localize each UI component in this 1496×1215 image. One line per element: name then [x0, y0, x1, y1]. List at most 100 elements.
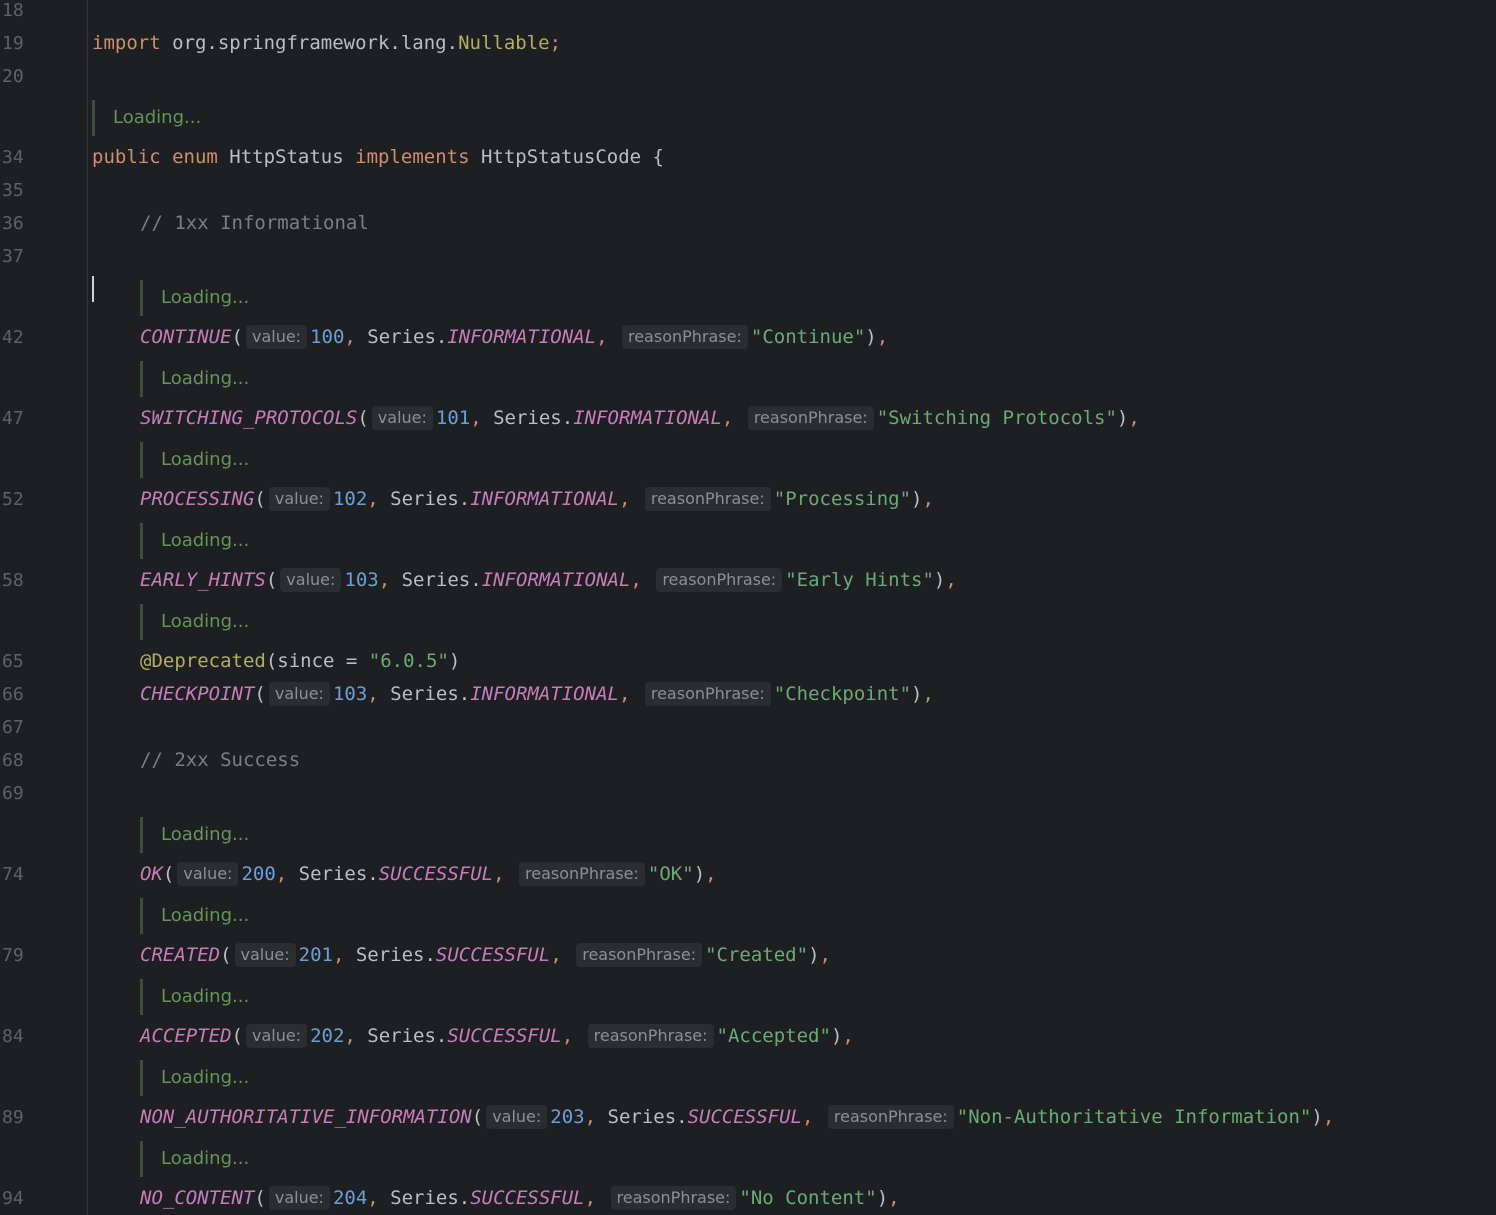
- javadoc-loading-placeholder[interactable]: Loading...: [140, 523, 249, 559]
- code-content: public enum HttpStatus implements HttpSt…: [92, 141, 664, 174]
- line-number[interactable]: 18: [2, 0, 24, 27]
- line-number[interactable]: 37: [2, 240, 24, 273]
- param-hint-reason-phrase: reasonPhrase:: [644, 487, 771, 511]
- javadoc-loading-placeholder[interactable]: Loading...: [140, 442, 249, 478]
- line-number[interactable]: 19: [2, 27, 24, 60]
- code-token: Series.: [355, 326, 448, 348]
- reason-phrase-string: "Created": [705, 944, 809, 966]
- code-line[interactable]: 19 import org.springframework.lang.Nullab…: [0, 27, 1496, 60]
- code-content: // 1xx Informational: [140, 207, 369, 240]
- line-number[interactable]: 66: [2, 678, 24, 711]
- code-token: (: [265, 569, 278, 591]
- code-token: public: [92, 146, 161, 168]
- code-content: OK(value: 200, Series.SUCCESSFUL, reasonP…: [140, 858, 717, 891]
- javadoc-loading-placeholder[interactable]: Loading...: [140, 1060, 249, 1096]
- code-token: Series.: [390, 569, 482, 591]
- line-number[interactable]: 52: [2, 483, 24, 516]
- code-token: @Deprecated: [140, 650, 266, 672]
- line-number[interactable]: 34: [2, 141, 24, 174]
- code-line[interactable]: 89 NON_AUTHORITATIVE_INFORMATION(value: 20…: [0, 1101, 1496, 1134]
- code-line[interactable]: 67: [0, 711, 1496, 744]
- line-number[interactable]: 68: [2, 744, 24, 777]
- javadoc-loading-placeholder[interactable]: Loading...: [140, 979, 249, 1015]
- status-code-number: 201: [298, 944, 333, 966]
- code-token: "6.0.5": [368, 650, 449, 672]
- code-line[interactable]: 34 public enum HttpStatus implements Http…: [0, 141, 1496, 174]
- code-line[interactable]: 35: [0, 174, 1496, 207]
- javadoc-loading-placeholder[interactable]: Loading...: [140, 604, 249, 640]
- code-content: NON_AUTHORITATIVE_INFORMATION(value: 203,…: [140, 1101, 1334, 1134]
- series-constant: SUCCESSFUL: [447, 1025, 562, 1047]
- code-line[interactable]: 36 // 1xx Informational: [0, 207, 1496, 240]
- param-hint-reason-phrase: reasonPhrase:: [656, 568, 783, 592]
- line-number[interactable]: 20: [2, 60, 24, 93]
- code-token: Series.: [344, 944, 436, 966]
- code-token: (since =: [265, 650, 369, 672]
- code-token: (: [254, 488, 266, 510]
- line-number[interactable]: 47: [2, 402, 24, 435]
- code-line[interactable]: 52 PROCESSING(value: 102, Series.INFORMATI…: [0, 483, 1496, 516]
- code-line[interactable]: 94 NO_CONTENT(value: 204, Series.SUCCESSFU…: [0, 1182, 1496, 1215]
- code-line[interactable]: 18: [0, 0, 1496, 27]
- param-hint-reason-phrase: reasonPhrase:: [827, 1105, 954, 1129]
- line-number[interactable]: 42: [2, 321, 24, 354]
- line-number[interactable]: 79: [2, 939, 24, 972]
- status-code-number: 101: [435, 407, 471, 429]
- code-token: ): [865, 326, 877, 348]
- code-token: Series.: [378, 1187, 471, 1209]
- javadoc-loading-placeholder[interactable]: Loading...: [140, 1141, 249, 1177]
- code-line[interactable]: 65 @Deprecated(since = "6.0.5"): [0, 645, 1496, 678]
- line-number[interactable]: 36: [2, 207, 24, 240]
- code-line[interactable]: 47 SWITCHING_PROTOCOLS(value: 101, Series.…: [0, 402, 1496, 435]
- code-line[interactable]: 37: [0, 240, 1496, 273]
- code-editor[interactable]: 18 19 import org.springframework.lang.Null…: [0, 0, 1496, 1215]
- line-number[interactable]: 74: [2, 858, 24, 891]
- code-token: ,: [493, 863, 505, 885]
- line-number[interactable]: 89: [2, 1101, 24, 1134]
- code-line[interactable]: 66 CHECKPOINT(value: 103, Series.INFORMATI…: [0, 678, 1496, 711]
- line-number[interactable]: 67: [2, 711, 24, 744]
- reason-phrase-string: "Non-Authoritative Information": [956, 1106, 1312, 1128]
- line-number[interactable]: 35: [2, 174, 24, 207]
- code-token: ): [693, 863, 706, 885]
- code-line[interactable]: 68 // 2xx Success: [0, 744, 1496, 777]
- code-line[interactable]: 74 OK(value: 200, Series.SUCCESSFUL, reaso…: [0, 858, 1496, 891]
- line-number[interactable]: 94: [2, 1182, 24, 1215]
- status-code-number: 100: [310, 326, 345, 348]
- code-line[interactable]: 42 CONTINUE(value: 100, Series.INFORMATION…: [0, 321, 1496, 354]
- param-hint-value: value:: [245, 325, 308, 349]
- line-number[interactable]: 69: [2, 777, 24, 810]
- reason-phrase-string: "Continue": [750, 326, 866, 348]
- code-line[interactable]: 79 CREATED(value: 201, Series.SUCCESSFUL, …: [0, 939, 1496, 972]
- status-code-number: 200: [241, 863, 276, 885]
- series-constant: SUCCESSFUL: [687, 1106, 802, 1128]
- code-content: ACCEPTED(value: 202, Series.SUCCESSFUL, r…: [140, 1020, 854, 1053]
- text-caret: [92, 276, 94, 302]
- param-hint-value: value:: [486, 1105, 548, 1129]
- code-token: // 1xx Informational: [140, 212, 369, 234]
- javadoc-loading-placeholder[interactable]: Loading...: [140, 898, 249, 934]
- code-token: ,: [945, 569, 957, 591]
- param-hint-reason-phrase: reasonPhrase:: [587, 1024, 714, 1048]
- line-number[interactable]: 65: [2, 645, 24, 678]
- javadoc-loading-placeholder[interactable]: Loading...: [140, 361, 249, 397]
- javadoc-loading-placeholder[interactable]: Loading...: [140, 280, 249, 316]
- javadoc-loading-placeholder[interactable]: Loading...: [92, 100, 201, 136]
- code-line[interactable]: 69: [0, 777, 1496, 810]
- series-constant: INFORMATIONAL: [481, 569, 631, 591]
- code-line[interactable]: 84 ACCEPTED(value: 202, Series.SUCCESSFUL,…: [0, 1020, 1496, 1053]
- param-hint-value: value:: [268, 682, 330, 706]
- code-line[interactable]: 58 EARLY_HINTS(value: 103, Series.INFORMAT…: [0, 564, 1496, 597]
- code-content: PROCESSING(value: 102, Series.INFORMATION…: [140, 483, 934, 516]
- javadoc-loading-placeholder[interactable]: Loading...: [140, 817, 249, 853]
- code-line[interactable]: 20: [0, 60, 1496, 93]
- line-number[interactable]: 84: [2, 1020, 24, 1053]
- code-token: ): [911, 488, 923, 510]
- code-token: ,: [275, 863, 288, 885]
- code-token: ,: [842, 1025, 854, 1047]
- reason-phrase-string: "Accepted": [716, 1025, 831, 1047]
- code-token: ,: [344, 1025, 356, 1047]
- line-number[interactable]: 58: [2, 564, 24, 597]
